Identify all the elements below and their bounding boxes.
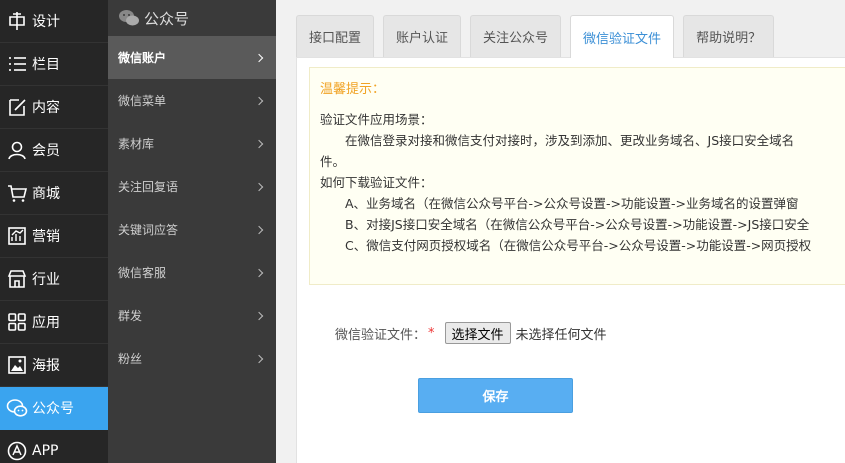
shop-icon [6, 268, 28, 290]
nav-label: 会员 [32, 143, 60, 159]
nav-item-mall[interactable]: 商城 [0, 172, 108, 215]
tips-box: 温馨提示： 验证文件应用场景： 在微信登录对接和微信支付对接时，涉及到添加、更改… [309, 67, 845, 285]
chevron-right-icon [254, 354, 264, 363]
subnav-item-material-library[interactable]: 素材库 [108, 122, 276, 165]
subnav-title: 公众号 [144, 9, 190, 28]
subnav-item-broadcast[interactable]: 群发 [108, 294, 276, 337]
chevron-right-icon [254, 225, 264, 234]
tips-line: A、业务域名（在微信公众号平台->公众号设置->功能设置->业务域名的设置弹窗 [345, 196, 799, 211]
subnav-header: 公众号 [108, 0, 276, 36]
subnav-item-fans[interactable]: 粉丝 [108, 337, 276, 380]
nav-label: APP [32, 443, 59, 459]
nav-item-columns[interactable]: 栏目 [0, 43, 108, 86]
image-icon [6, 354, 28, 376]
nav-item-marketing[interactable]: 营销 [0, 215, 108, 258]
tips-line: 件。 [320, 154, 346, 169]
subnav-label: 微信账户 [118, 51, 167, 65]
nav-label: 行业 [32, 272, 60, 288]
chevron-right-icon [254, 53, 264, 62]
nav-item-official-account[interactable]: 公众号 [0, 387, 108, 430]
tab-account-verification[interactable]: 账户认证 [383, 15, 462, 57]
subnav-label: 关注回复语 [118, 180, 179, 194]
edit-icon [6, 96, 28, 118]
subnav-label: 微信菜单 [118, 94, 167, 108]
tab-verification-file[interactable]: 微信验证文件 [570, 15, 675, 58]
subnav-item-wechat-menu[interactable]: 微信菜单 [108, 79, 276, 122]
file-status-text: 未选择任何文件 [515, 327, 607, 343]
subnav-label: 群发 [118, 309, 143, 323]
design-icon [6, 10, 28, 32]
tips-line: 在微信登录对接和微信支付对接时，涉及到添加、更改业务域名、JS接口安全域名 [345, 133, 795, 148]
tab-help[interactable]: 帮助说明？ [683, 15, 775, 57]
subnav-item-wechat-account[interactable]: 微信账户 [108, 36, 276, 79]
grid-icon [6, 311, 28, 333]
list-icon [6, 53, 28, 75]
required-mark: * [428, 325, 435, 341]
sub-nav: 公众号 微信账户 微信菜单 素材库 关注回复语 关键词应答 微信客服 群发 粉丝 [108, 0, 276, 463]
nav-label: 内容 [32, 100, 60, 116]
subnav-label: 关键词应答 [118, 223, 179, 237]
chevron-right-icon [254, 311, 264, 320]
nav-label: 营销 [32, 229, 60, 245]
nav-label: 应用 [32, 315, 60, 331]
verification-file-row: 微信验证文件： * 选择文件 未选择任何文件 [335, 322, 607, 344]
nav-item-member[interactable]: 会员 [0, 129, 108, 172]
wechat-icon [118, 9, 140, 27]
chevron-right-icon [254, 96, 264, 105]
tab-panel: 温馨提示： 验证文件应用场景： 在微信登录对接和微信支付对接时，涉及到添加、更改… [296, 57, 845, 463]
app-icon [6, 440, 28, 462]
file-field-label: 微信验证文件： [335, 327, 427, 343]
tab-bar: 接口配置 账户认证 关注公众号 微信验证文件 帮助说明？ [296, 15, 783, 58]
nav-label: 设计 [32, 14, 60, 30]
choose-file-button[interactable]: 选择文件 [444, 322, 511, 344]
subnav-item-follow-reply[interactable]: 关注回复语 [108, 165, 276, 208]
tips-line: B、对接JS接口安全域名（在微信公众号平台->公众号设置->功能设置->JS接口… [345, 217, 810, 232]
tips-title: 温馨提示： [320, 82, 386, 97]
save-button[interactable]: 保存 [418, 378, 573, 413]
nav-item-app[interactable]: APP [0, 430, 108, 463]
nav-label: 商城 [32, 186, 60, 202]
chart-icon [6, 225, 28, 247]
subnav-label: 素材库 [118, 137, 155, 151]
subnav-item-customer-service[interactable]: 微信客服 [108, 251, 276, 294]
main-content: 接口配置 账户认证 关注公众号 微信验证文件 帮助说明？ 温馨提示： 验证文件应… [276, 0, 845, 463]
user-icon [6, 139, 28, 161]
main-nav: 设计 栏目 内容 会员 商城 营销 行业 应用 海报 公众号 APP [0, 0, 108, 463]
tips-line: C、微信支付网页授权域名（在微信公众号平台->公众号设置->功能设置->网页授权 [345, 238, 812, 253]
nav-item-design[interactable]: 设计 [0, 0, 108, 43]
tab-interface-config[interactable]: 接口配置 [296, 15, 375, 57]
chevron-right-icon [254, 139, 264, 148]
nav-label: 栏目 [32, 57, 60, 73]
wechat-icon [6, 397, 28, 419]
nav-label: 公众号 [32, 401, 74, 417]
nav-item-content[interactable]: 内容 [0, 86, 108, 129]
subnav-item-keyword-reply[interactable]: 关键词应答 [108, 208, 276, 251]
cart-icon [6, 182, 28, 204]
chevron-right-icon [254, 182, 264, 191]
subnav-label: 微信客服 [118, 266, 167, 280]
subnav-label: 粉丝 [118, 352, 143, 366]
chevron-right-icon [254, 268, 264, 277]
nav-item-industry[interactable]: 行业 [0, 258, 108, 301]
nav-label: 海报 [32, 358, 60, 374]
tab-follow-account[interactable]: 关注公众号 [470, 15, 562, 57]
nav-item-poster[interactable]: 海报 [0, 344, 108, 387]
tips-line: 如何下载验证文件： [320, 175, 433, 190]
tips-line: 验证文件应用场景： [320, 112, 433, 127]
nav-item-apps[interactable]: 应用 [0, 301, 108, 344]
